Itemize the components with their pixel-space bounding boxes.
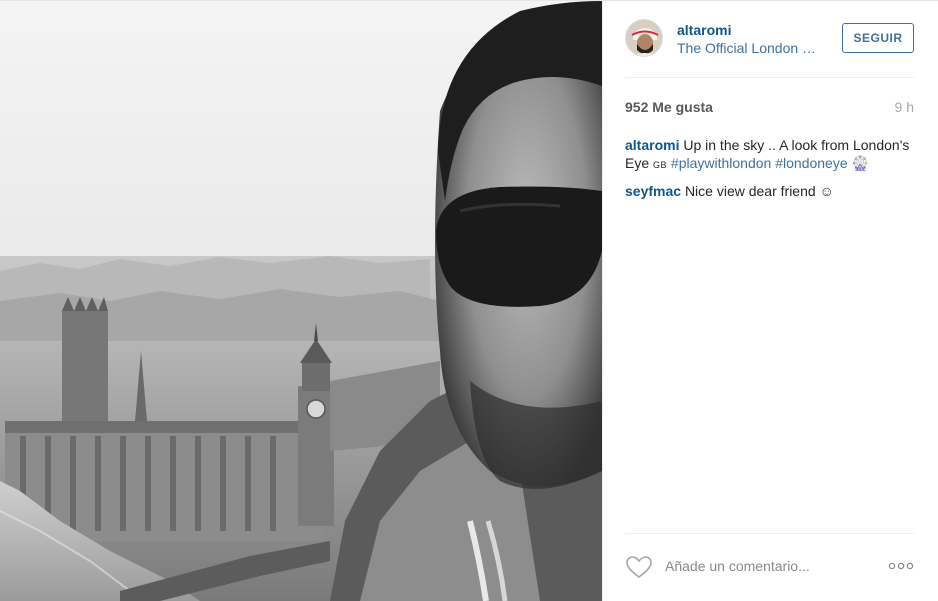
comment-input[interactable] — [665, 558, 885, 574]
avatar-image — [626, 20, 662, 56]
comment-text: Nice view dear friend — [684, 183, 816, 199]
follow-button[interactable]: SEGUIR — [842, 23, 914, 53]
more-options-icon[interactable] — [888, 559, 914, 573]
hashtag-link[interactable]: #playwithlondon — [671, 155, 771, 171]
footer-divider — [625, 533, 914, 534]
post-photo[interactable] — [0, 1, 602, 601]
post-location[interactable]: The Official London … — [677, 40, 823, 56]
smiley-icon: ☺ — [819, 183, 834, 199]
comment-username[interactable]: seyfmac — [625, 183, 681, 199]
post-dialog: altaromi The Official London … SEGUIR 95… — [0, 0, 938, 601]
comment: seyfmac Nice view dear friend ☺ — [625, 182, 914, 200]
avatar[interactable] — [625, 19, 663, 57]
likes-count[interactable]: 952 Me gusta — [625, 99, 713, 115]
post-username[interactable]: altaromi — [677, 22, 731, 38]
caption-comment: altaromi Up in the sky .. A look from Lo… — [625, 136, 914, 174]
gb-flag-icon: GB — [653, 160, 668, 170]
post-header: altaromi The Official London … SEGUIR — [625, 19, 914, 59]
heart-icon[interactable] — [625, 555, 653, 579]
post-side-panel: altaromi The Official London … SEGUIR 95… — [602, 1, 938, 601]
london-selfie-image — [0, 1, 602, 601]
comment-username[interactable]: altaromi — [625, 137, 679, 153]
hashtag-link[interactable]: #londoneye — [775, 155, 847, 171]
post-time[interactable]: 9 h — [895, 99, 914, 115]
comments-list: altaromi Up in the sky .. A look from Lo… — [625, 136, 914, 208]
ferris-wheel-icon: 🎡 — [851, 155, 869, 171]
comment-bar — [625, 553, 914, 581]
header-divider — [625, 77, 914, 78]
